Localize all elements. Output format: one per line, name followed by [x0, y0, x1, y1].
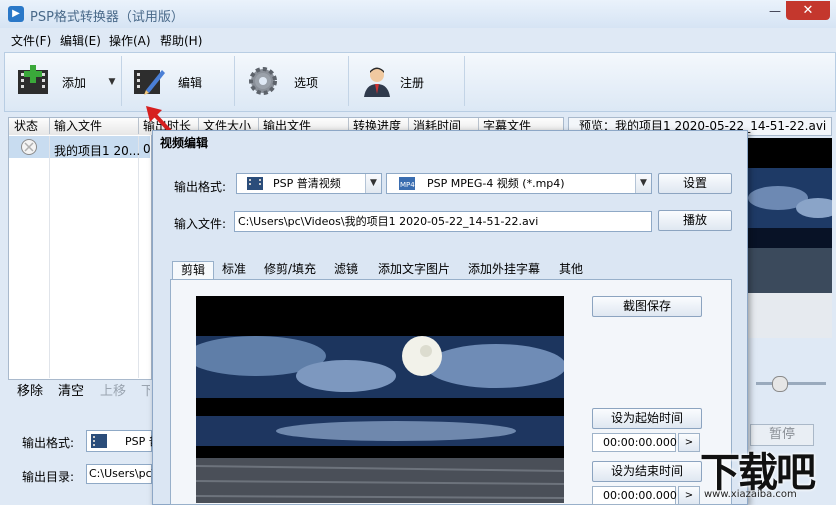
- column-header-status[interactable]: 状态: [14, 118, 38, 134]
- chevron-down-icon[interactable]: ▼: [365, 174, 381, 193]
- file-list[interactable]: [8, 135, 152, 380]
- menu-file[interactable]: 文件(F): [11, 32, 51, 49]
- tab-filter[interactable]: 滤镜: [334, 261, 358, 278]
- options-label: 选项: [294, 76, 319, 90]
- add-label: 添加: [62, 76, 87, 90]
- minimize-button[interactable]: —: [766, 2, 784, 20]
- column-divider: [138, 118, 139, 134]
- film-icon: [247, 177, 263, 190]
- column-divider: [138, 136, 139, 378]
- set-end-time-button[interactable]: 设为结束时间: [592, 461, 702, 482]
- output-dir-value: C:\Users\pc\: [89, 467, 156, 480]
- toolbar-divider: [121, 56, 122, 106]
- output-dir-label: 输出目录:: [22, 470, 75, 484]
- column-divider: [49, 136, 50, 378]
- video-frame-image: [196, 296, 564, 503]
- gear-icon: [249, 67, 277, 95]
- output-format-label: 输出格式:: [22, 436, 75, 450]
- menu-edit[interactable]: 编辑(E): [60, 32, 101, 49]
- volume-slider-track[interactable]: [756, 382, 826, 385]
- dialog-format-label: 输出格式:: [174, 180, 227, 194]
- edit-label: 编辑: [178, 76, 203, 90]
- toolbar-divider: [234, 56, 235, 106]
- output-dir-field[interactable]: C:\Users\pc\: [86, 464, 156, 484]
- user-icon: [364, 67, 390, 97]
- start-time-value: 00:00:00.000: [603, 436, 677, 449]
- menu-action[interactable]: 操作(A): [109, 32, 151, 49]
- codec-select[interactable]: MP4 PSP MPEG-4 视频 (*.mp4) ▼: [386, 173, 652, 194]
- video-preview: [196, 296, 564, 503]
- output-format-select[interactable]: PSP 普: [86, 430, 160, 452]
- watermark-url: www.xiazaiba.com: [704, 489, 797, 500]
- play-button[interactable]: 播放: [658, 210, 732, 231]
- toolbar-divider: [348, 56, 349, 106]
- column-header-input[interactable]: 输入文件: [54, 118, 102, 134]
- site-watermark: 下载吧 www.xiazaiba.com: [694, 440, 836, 503]
- register-label: 注册: [400, 76, 425, 90]
- start-time-field[interactable]: 00:00:00.000: [592, 433, 677, 452]
- profile-value: PSP 普清视频: [273, 177, 341, 190]
- clear-button[interactable]: 清空: [58, 382, 84, 402]
- add-dropdown-button[interactable]: ▼: [104, 60, 120, 104]
- tab-other[interactable]: 其他: [559, 261, 583, 278]
- tab-add-subtitle[interactable]: 添加外挂字幕: [468, 261, 540, 278]
- edit-button[interactable]: 编辑: [130, 60, 230, 104]
- preview-image: [748, 138, 836, 338]
- set-start-time-button[interactable]: 设为起始时间: [592, 408, 702, 429]
- tab-clip[interactable]: 剪辑: [172, 261, 214, 279]
- dialog-title: 视频编辑: [160, 136, 209, 150]
- film-edit-icon: [134, 70, 165, 95]
- film-icon: [91, 434, 107, 448]
- codec-value: PSP MPEG-4 视频 (*.mp4): [427, 177, 565, 190]
- toolbar-divider: [464, 56, 465, 106]
- menu-help[interactable]: 帮助(H): [160, 32, 202, 49]
- tab-standard[interactable]: 标准: [222, 261, 246, 278]
- profile-select[interactable]: PSP 普清视频 ▼: [236, 173, 382, 194]
- chevron-down-icon[interactable]: ▼: [635, 174, 651, 193]
- move-up-button[interactable]: 上移: [100, 382, 126, 402]
- volume-slider-thumb[interactable]: [772, 376, 788, 392]
- dialog-input-label: 输入文件:: [174, 217, 227, 231]
- close-button[interactable]: ✕: [786, 1, 830, 20]
- end-time-field[interactable]: 00:00:00.000: [592, 486, 677, 505]
- tab-add-text-image[interactable]: 添加文字图片: [378, 261, 450, 278]
- mp4-icon: MP4: [399, 177, 415, 190]
- row-input-file: 我的项目1 20...: [54, 144, 141, 158]
- settings-button[interactable]: 设置: [658, 173, 732, 194]
- end-time-value: 00:00:00.000: [603, 489, 677, 502]
- app-icon: ▶: [8, 6, 24, 22]
- tab-trim-fill[interactable]: 修剪/填充: [264, 261, 316, 278]
- column-divider: [49, 118, 50, 134]
- remove-button[interactable]: 移除: [17, 382, 43, 402]
- snapshot-button[interactable]: 截图保存: [592, 296, 702, 317]
- register-button[interactable]: 注册: [358, 60, 458, 104]
- input-file-field[interactable]: C:\Users\pc\Videos\我的项目1 2020-05-22_14-5…: [234, 211, 652, 232]
- move-down-button[interactable]: 下: [141, 382, 150, 402]
- window-title: PSP格式转换器（试用版）: [30, 10, 184, 25]
- add-button[interactable]: 添加: [14, 60, 104, 104]
- svg-text:MP4: MP4: [400, 181, 415, 189]
- input-file-path: C:\Users\pc\Videos\我的项目1 2020-05-22_14-5…: [238, 215, 539, 228]
- preview-screen: [748, 138, 836, 338]
- status-pending-icon: [21, 139, 37, 155]
- options-button[interactable]: 选项: [244, 60, 344, 104]
- film-add-icon: [18, 65, 48, 94]
